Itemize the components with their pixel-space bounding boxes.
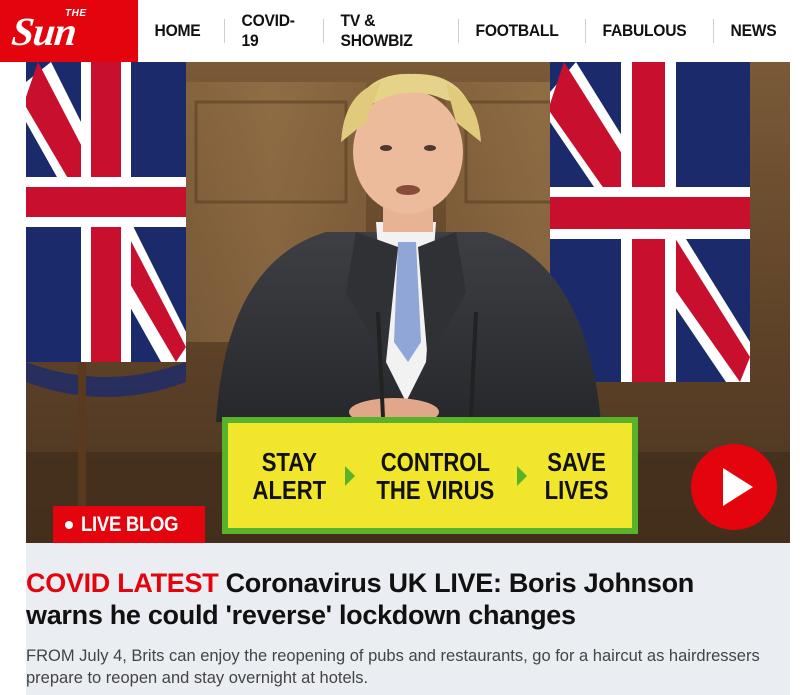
live-blog-badge[interactable]: LIVE BLOG [53,506,206,543]
nav-home[interactable]: HOME [138,21,217,41]
site-header: THE Sun HOME COVID-19 TV & SHOWBIZ FOOTB… [0,0,800,62]
chevron-right-icon [516,465,527,486]
sign-stay-alert: STAY ALERT [252,446,327,505]
nav-fabulous[interactable]: FABULOUS [586,21,703,41]
lectern-sign: STAY ALERT CONTROL THE VIRUS SAVE LIVES [222,417,638,534]
play-icon [723,468,753,506]
union-flag-left [26,62,186,397]
logo-sun-text: Sun [9,9,79,54]
nav-covid-19[interactable]: COVID-19 [225,11,316,51]
chevron-right-icon [344,465,355,486]
nav-tv-showbiz[interactable]: TV & SHOWBIZ [324,11,448,51]
the-sun-logo[interactable]: THE Sun [0,0,138,62]
live-dot-icon [65,521,73,529]
live-blog-label: LIVE BLOG [81,513,179,536]
headline-kicker: COVID LATEST [26,568,219,598]
nav-football[interactable]: FOOTBALL [459,21,575,41]
main-nav: HOME COVID-19 TV & SHOWBIZ FOOTBALL FABU… [138,0,800,62]
play-video-button[interactable] [691,444,777,530]
article-headline[interactable]: COVID LATEST Coronavirus UK LIVE: Boris … [26,567,766,631]
sign-control-the-virus: CONTROL THE VIRUS [376,446,495,505]
nav-news[interactable]: NEWS [714,21,793,41]
article-standfirst: FROM July 4, Brits can enjoy the reopeni… [26,647,760,687]
sign-save-lives: SAVE LIVES [544,446,609,505]
hero-image[interactable]: STAY ALERT CONTROL THE VIRUS SAVE LIVES LIV… [26,62,790,543]
